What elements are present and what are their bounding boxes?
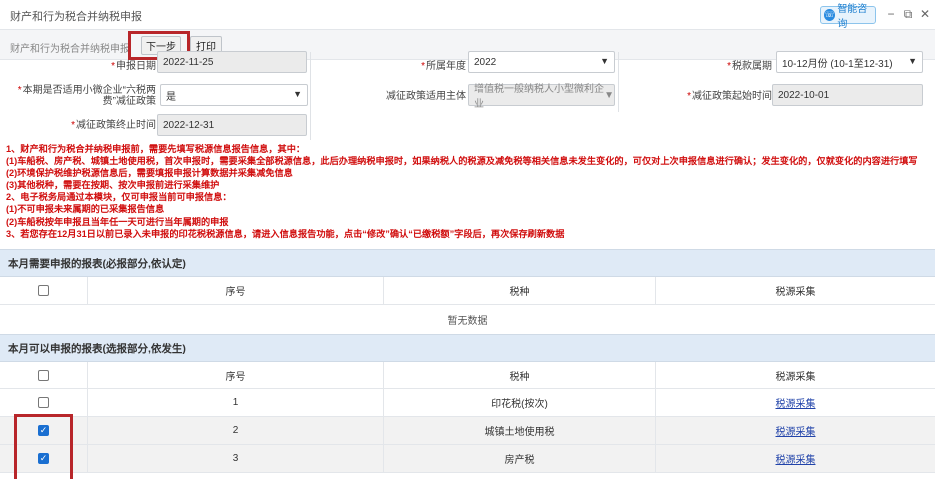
- close-icon[interactable]: ✕: [918, 7, 932, 21]
- notice-line: 2、电子税务局通过本模块，仅可申报当前可申报信息：: [6, 192, 232, 203]
- select-all-cell: [0, 277, 88, 304]
- window-title: 财产和行为税合并纳税申报: [10, 11, 142, 23]
- required-table-header: 序号 税种 税源采集: [0, 277, 935, 305]
- chevron-down-icon: ▼: [908, 56, 917, 66]
- table-row: ✓ 3 房产税 税源采集: [0, 445, 935, 473]
- select-all-checkbox[interactable]: [38, 369, 49, 381]
- optional-section-header: 本月可以申报的报表(选报部分,依发生): [0, 334, 935, 362]
- divider: [618, 52, 619, 112]
- notice-line: (2)车船税按年申报且当年任一天可进行当年属期的申报: [6, 216, 229, 227]
- source-collect-link[interactable]: 税源采集: [776, 423, 816, 438]
- year-select[interactable]: 2022 ▼: [468, 51, 615, 73]
- smart-assist-button[interactable]: ☏ 智能咨询: [820, 4, 876, 30]
- period-select[interactable]: 10-12月份 (10-1至12-31) ▼: [776, 51, 923, 73]
- row-checkbox[interactable]: [38, 397, 49, 408]
- minimize-icon[interactable]: −: [884, 7, 898, 21]
- subject-select: 增值税一般纳税人小型微利企业 ▼: [468, 84, 615, 110]
- row-source-cell: 税源采集: [656, 417, 935, 444]
- notice-line: (3)其他税种，需要在按期、按次申报前进行采集维护: [6, 180, 220, 191]
- year-label: * 所属年度: [421, 60, 466, 72]
- form-row-2: *本期是否适用小微企业“六税两费”减征政策 是 ▼ 减征政策适用主体 增值税一般纳…: [0, 80, 935, 110]
- column-header-tax: 税种: [384, 277, 656, 304]
- divider: [310, 52, 311, 140]
- row-select-cell: [0, 389, 88, 416]
- column-header-source: 税源采集: [775, 287, 816, 298]
- optional-table-header: 序号 税种 税源采集: [0, 362, 935, 389]
- required-section-header: 本月需要申报的报表(必报部分,依认定): [0, 249, 935, 277]
- row-source-cell: 税源采集: [656, 389, 935, 416]
- chevron-down-icon: ▼: [604, 89, 614, 101]
- end-date-field: 2022-12-31: [157, 114, 307, 136]
- smart-assist-label: 智能咨询: [837, 4, 868, 30]
- declare-date-label: * 申报日期: [111, 60, 156, 72]
- row-index: 2: [88, 417, 384, 444]
- notice-text: 1、财产和行为税合并纳税申报前，需要先填写税源信息报告信息，其中： (1)车船税…: [6, 143, 931, 240]
- row-source-cell: 税源采集: [656, 445, 935, 472]
- notice-line: 1、财产和行为税合并纳税申报前，需要先填写税源信息报告信息，其中：: [6, 144, 306, 154]
- notice-line: (1)不可申报未来属期的已采集报告信息: [6, 204, 165, 215]
- column-header-index: 序号: [88, 277, 384, 304]
- small-biz-label: *本期是否适用小微企业“六税两费”减征政策: [17, 85, 156, 107]
- column-header-index: 序号: [88, 362, 384, 388]
- select-all-checkbox[interactable]: [38, 285, 49, 296]
- period-label: * 税款属期: [727, 60, 772, 72]
- column-header-tax: 税种: [384, 362, 656, 388]
- chevron-down-icon: ▼: [293, 89, 302, 99]
- chevron-down-icon: ▼: [600, 56, 609, 66]
- select-all-cell: [0, 362, 88, 388]
- row-index: 1: [88, 389, 384, 416]
- row-tax-name: 房产税: [384, 445, 656, 472]
- table-row: ✓ 2 城镇土地使用税 税源采集: [0, 417, 935, 445]
- form-row-1: * 申报日期 2022-11-25 * 所属年度 2022 ▼ * 税款属期 10-12…: [0, 51, 935, 80]
- small-biz-select[interactable]: 是 ▼: [160, 84, 308, 106]
- headset-icon: ☏: [824, 9, 836, 21]
- row-tax-name: 印花税(按次): [384, 389, 656, 416]
- start-date-label: * 减征政策起始时间: [687, 90, 772, 102]
- end-date-label: * 减征政策终止时间: [71, 119, 156, 131]
- declare-date-field: 2022-11-25: [157, 51, 307, 73]
- column-header-source: 税源采集: [775, 371, 816, 383]
- source-collect-link[interactable]: 税源采集: [776, 395, 816, 410]
- table-row: 1 印花税(按次) 税源采集: [0, 389, 935, 417]
- start-date-field: 2022-10-01: [772, 84, 923, 106]
- source-collect-link[interactable]: 税源采集: [776, 451, 816, 466]
- row-tax-name: 城镇土地使用税: [384, 417, 656, 444]
- notice-line: (1)车船税、房产税、城镇土地使用税，首次申报时，需要采集全部税源信息，此后办理…: [6, 156, 918, 167]
- maximize-icon[interactable]: ⧉: [901, 7, 915, 21]
- form-row-3: * 减征政策终止时间 2022-12-31: [0, 111, 935, 139]
- notice-line: 3、若您存在12月31日以前已录入未申报的印花税税源信息，请进入信息报告功能，点…: [6, 228, 565, 239]
- row-index: 3: [88, 445, 384, 472]
- empty-data-message: 暂无数据: [0, 305, 935, 335]
- highlight-box-checkboxes: [14, 414, 73, 479]
- window-title-bar: 财产和行为税合并纳税申报 ☏ 智能咨询 − ⧉ ✕: [0, 0, 935, 30]
- subject-label: 减征政策适用主体: [386, 90, 466, 102]
- notice-line: (2)环境保护税维护税源信息后，需要填报申报计算数据并采集减免信息: [6, 168, 293, 179]
